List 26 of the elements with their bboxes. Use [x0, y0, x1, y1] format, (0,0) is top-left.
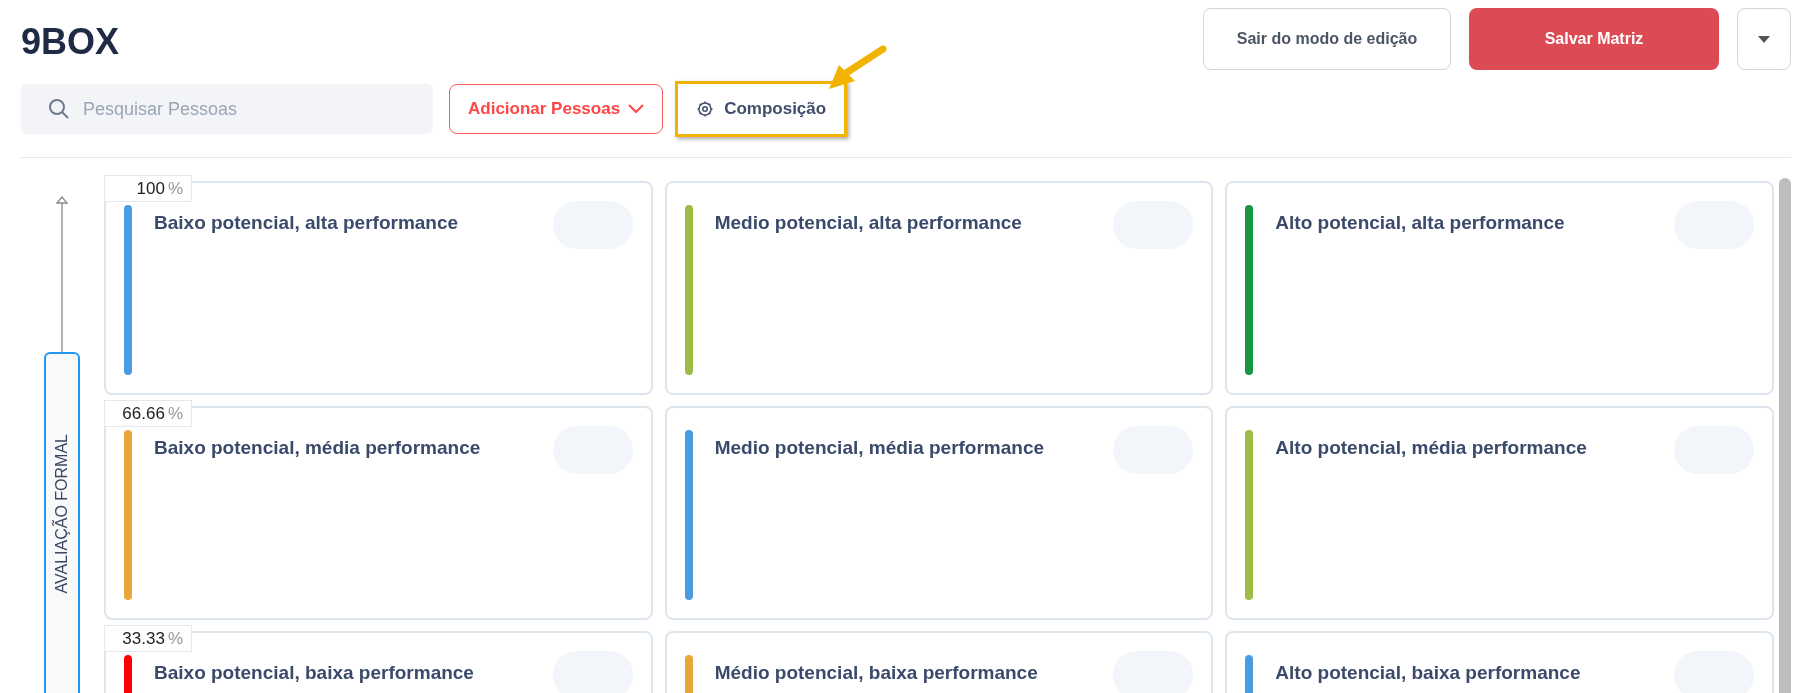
percent-value: 33.33 — [122, 627, 165, 650]
save-button[interactable]: Salvar Matriz — [1469, 8, 1719, 70]
dropdown-button[interactable] — [1737, 8, 1791, 70]
exit-edit-button[interactable]: Sair do modo de edição — [1203, 8, 1451, 70]
card-title: Alto potencial, média performance — [1275, 436, 1588, 460]
card-title: Médio potencial, baixa performance — [714, 661, 1039, 685]
chevron-down-icon — [628, 104, 645, 114]
card-title: Baixo potencial, baixa performance — [154, 661, 475, 685]
caret-icon — [1758, 35, 1770, 43]
percent-unit: % — [167, 177, 183, 200]
search-icon — [47, 97, 71, 121]
card-title: Alto potencial, baixa performance — [1275, 661, 1582, 685]
percent-unit: % — [167, 402, 183, 425]
percent-value: 100 — [136, 177, 165, 200]
percent-unit: % — [167, 627, 183, 650]
search-field[interactable]: Pesquisar Pessoas — [21, 84, 433, 134]
card-title: Medio potencial, média performance — [714, 436, 1046, 460]
composition-button[interactable]: Composição — [675, 81, 848, 137]
card-title: Alto potencial, alta performance — [1275, 211, 1566, 235]
card-title: Baixo potencial, média performance — [154, 436, 482, 460]
percent-value: 66.66 — [122, 402, 165, 425]
page-title: 9BOX — [21, 24, 120, 60]
card-title: Baixo potencial, alta performance — [154, 211, 460, 235]
card-title: Medio potencial, alta performance — [714, 211, 1023, 235]
gear-icon — [696, 100, 715, 118]
axis-label: AVALIAÇÃO FORMAL — [51, 434, 71, 594]
